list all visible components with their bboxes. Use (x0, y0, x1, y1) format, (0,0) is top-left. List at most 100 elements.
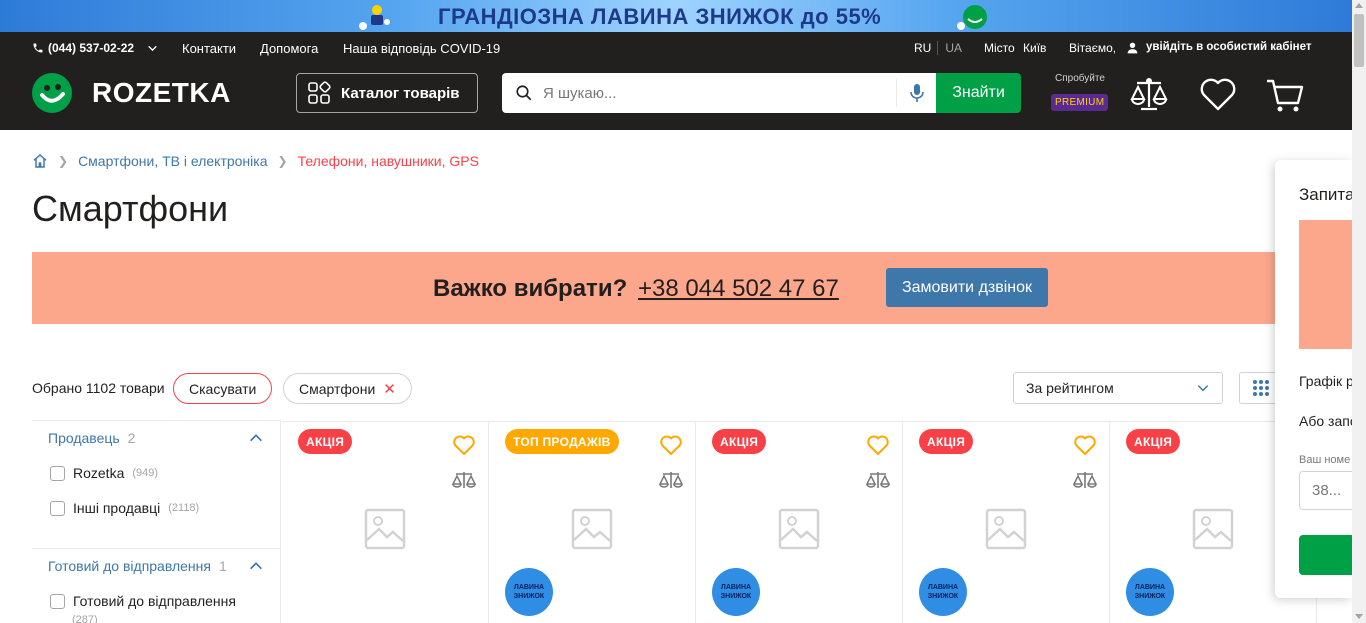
promo-badge: АКЦІЯ (298, 429, 353, 454)
compare-icon[interactable] (1129, 75, 1169, 115)
promo-banner[interactable]: ГРАНДІОЗНА ЛАВИНА ЗНИЖОК до 55% (0, 0, 1352, 32)
breadcrumb: ❯ Смартфони, ТВ і електроніка ❯ Телефони… (32, 153, 479, 169)
help-phone-link[interactable]: +38 044 502 47 67 (638, 275, 839, 303)
compare-icon[interactable] (452, 470, 476, 494)
search-box (502, 73, 936, 113)
premium-badge[interactable]: PREMIUM (1051, 94, 1109, 111)
panel-submit-button[interactable] (1299, 535, 1352, 575)
search-input[interactable] (533, 73, 896, 113)
cart-icon[interactable] (1265, 75, 1305, 115)
cancel-filters-button[interactable]: Скасувати (173, 373, 273, 404)
microphone-icon (909, 84, 924, 102)
filter-option-other-sellers[interactable]: Інші продавці (2118) (50, 500, 199, 516)
close-icon[interactable]: ✕ (383, 380, 396, 398)
heart-icon[interactable] (866, 433, 890, 457)
phone-icon (33, 43, 43, 53)
compare-icon[interactable] (1073, 470, 1097, 494)
heart-icon[interactable] (1073, 433, 1097, 457)
login-link[interactable]: увійдіть в особистий кабінет (1146, 41, 1312, 53)
catalog-button[interactable]: Каталог товарів (296, 73, 478, 113)
image-placeholder-icon (1192, 508, 1234, 550)
product-grid: АКЦІЯ ТОП ПРОДАЖІВ ЛАВИНА ЗНИЖОК АКЦІЯ ЛАВИН… (282, 421, 1318, 623)
home-icon[interactable] (32, 153, 48, 169)
chevron-down-icon (1197, 385, 1209, 392)
image-placeholder-icon (778, 508, 820, 550)
help-question: Важко вибрати? (433, 275, 628, 302)
page-scrollbar[interactable] (1352, 0, 1366, 623)
promo-badge: АКЦІЯ (1126, 429, 1181, 454)
filter-group-label: Готовий до відправлення (48, 558, 211, 574)
rozetka-smile-icon (32, 73, 72, 113)
voice-search-button[interactable] (896, 79, 936, 107)
chevron-down-icon[interactable] (146, 42, 159, 55)
city-label: Місто (984, 41, 1015, 55)
callback-panel: Запита Графік р Або запо Ваш номе 38... (1275, 160, 1352, 598)
filter-option-count: (2118) (168, 502, 200, 514)
main-bar: ROZETKA Каталог товарів Знайти Спробуйте… (0, 65, 1352, 130)
panel-illustration (1299, 220, 1352, 349)
filter-option-count: (949) (132, 467, 159, 479)
filter-option-count: (287) (72, 614, 98, 623)
checkbox[interactable] (50, 465, 65, 481)
lavina-badge: ЛАВИНА ЗНИЖОК (712, 568, 760, 616)
scroll-up-arrow-icon[interactable] (1355, 3, 1363, 8)
filter-sidebar: Продавець 2 Rozetka (949) Інші продавці … (32, 420, 281, 623)
filter-chip-label: Смартфони (299, 380, 376, 397)
checkbox[interactable] (50, 500, 65, 516)
filter-group-ready-title[interactable]: Готовий до відправлення 1 (48, 558, 227, 574)
phone-number: (044) 537-02-22 (48, 41, 135, 55)
chevron-up-icon[interactable] (248, 558, 264, 574)
heart-icon[interactable] (659, 433, 683, 457)
chevron-right-icon: ❯ (58, 154, 69, 168)
lang-ua[interactable]: UA (937, 41, 962, 55)
logo-text: ROZETKA (92, 77, 231, 108)
nav-link-covid[interactable]: Наша відповідь COVID-19 (343, 41, 500, 56)
lang-ru[interactable]: RU (914, 41, 931, 55)
compare-icon[interactable] (866, 470, 890, 494)
filter-divider (32, 548, 281, 549)
language-switcher: RU UA (914, 41, 962, 55)
lavina-badge: ЛАВИНА ЗНИЖОК (1126, 568, 1174, 616)
panel-phone-input[interactable]: 38... (1299, 471, 1352, 510)
product-tile[interactable]: АКЦІЯ (282, 421, 489, 623)
lavina-badge: ЛАВИНА ЗНИЖОК (919, 568, 967, 616)
city-selector[interactable]: Київ (1023, 41, 1046, 55)
panel-alternative: Або запо (1299, 413, 1352, 429)
image-placeholder-icon (364, 508, 406, 550)
filter-group-seller-title[interactable]: Продавець 2 (48, 430, 135, 446)
nav-link-help[interactable]: Допомога (260, 41, 318, 56)
product-tile[interactable]: АКЦІЯ ЛАВИНА ЗНИЖОК (696, 421, 903, 623)
scroll-thumb[interactable] (1354, 14, 1364, 67)
order-call-button[interactable]: Замовити дзвінок (886, 268, 1048, 307)
panel-title: Запита (1299, 185, 1352, 204)
promo-text: ГРАНДІОЗНА ЛАВИНА ЗНИЖОК до 55% (438, 4, 882, 29)
checkbox[interactable] (50, 593, 65, 609)
nav-link-contacts[interactable]: Контакти (182, 41, 236, 56)
logo[interactable]: ROZETKA (32, 73, 231, 113)
help-call-banner: Важко вибрати? +38 044 502 47 67 Замовит… (32, 252, 1318, 324)
filter-group-count: 1 (218, 558, 227, 574)
try-label: Спробуйте (1055, 73, 1105, 84)
filter-option-label: Rozetka (73, 465, 125, 481)
heart-icon[interactable] (452, 433, 476, 457)
mascot-smile-icon (957, 5, 987, 30)
search-button[interactable]: Знайти (936, 73, 1021, 113)
sort-select[interactable]: За рейтингом (1013, 372, 1223, 404)
scroll-down-arrow-icon[interactable] (1355, 614, 1363, 619)
chevron-up-icon[interactable] (248, 430, 264, 446)
phone-link[interactable]: (044) 537-02-22 (32, 41, 134, 55)
grid-view-icon (1253, 380, 1269, 396)
user-icon (1127, 42, 1138, 54)
heart-icon[interactable] (1198, 75, 1238, 115)
compare-icon[interactable] (659, 470, 683, 494)
chevron-right-icon: ❯ (277, 154, 288, 168)
active-filter-chip[interactable]: Смартфони ✕ (283, 373, 412, 404)
filter-option-rozetka[interactable]: Rozetka (949) (50, 465, 158, 481)
filter-option-ready[interactable]: Готовий до відправлення (50, 593, 236, 609)
product-tile[interactable]: ТОП ПРОДАЖІВ ЛАВИНА ЗНИЖОК (489, 421, 696, 623)
image-placeholder-icon (571, 508, 613, 550)
promo-badge: АКЦІЯ (712, 429, 767, 454)
product-tile[interactable]: АКЦІЯ ЛАВИНА ЗНИЖОК (903, 421, 1110, 623)
breadcrumb-link-electronics[interactable]: Смартфони, ТВ і електроніка (78, 153, 267, 169)
breadcrumb-link-phones[interactable]: Телефони, навушники, GPS (298, 153, 479, 169)
